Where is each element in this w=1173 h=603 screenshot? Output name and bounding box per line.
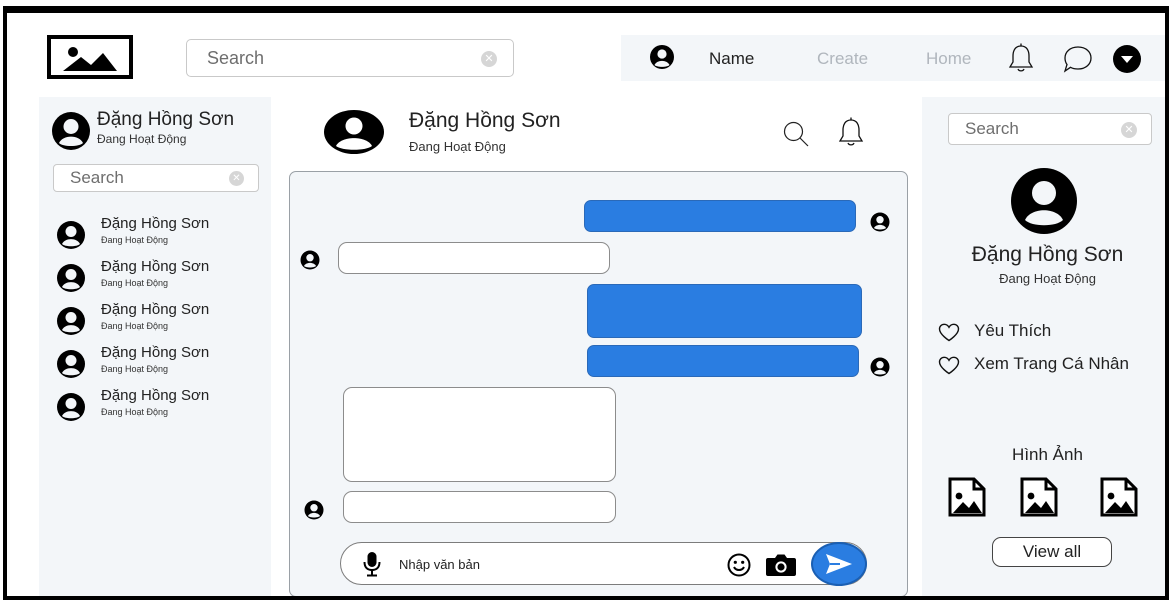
chat-window [289,171,908,596]
chevron-down-icon[interactable] [1113,45,1141,73]
send-button[interactable] [811,542,867,586]
profile-search-input[interactable] [949,114,1099,144]
image-thumbnail-icon[interactable] [948,477,986,522]
image-thumbnail-icon[interactable] [1100,477,1138,522]
my-message-avatar-icon [870,357,890,382]
outgoing-message-bubble[interactable] [584,200,856,232]
incoming-message-bubble[interactable] [343,491,616,523]
view-profile-label: Xem Trang Cá Nhân [974,354,1129,373]
favorite-link[interactable]: Yêu Thích [938,321,1158,343]
emoji-icon[interactable] [727,553,751,582]
contact-avatar-icon [56,263,86,298]
heart-icon [938,356,960,375]
microphone-icon[interactable] [363,551,381,582]
incoming-message-bubble[interactable] [343,387,616,482]
outgoing-message-bubble[interactable] [587,284,862,338]
app-frame: ✕ Name Create Home Đặng Hồng Sơn Đang Ho… [3,6,1169,600]
contact-status: Đang Hoạt Động [101,235,169,245]
contacts-sidebar: Đặng Hồng Sơn Đang Hoạt Động ✕ Đặng Hồng… [39,97,271,596]
contact-status: Đang Hoạt Động [101,278,169,288]
my-status: Đang Hoạt Động [97,132,187,146]
contact-avatar-icon [56,220,86,255]
view-profile-link[interactable]: Xem Trang Cá Nhân [938,354,1165,376]
top-nav: Name Create Home [621,35,1165,81]
contact-item[interactable]: Đặng Hồng Sơn Đang Hoạt Động [53,344,263,384]
contact-status: Đang Hoạt Động [101,364,169,374]
bell-icon[interactable] [837,117,865,152]
my-message-avatar-icon [870,212,890,237]
chat-partner-avatar-icon[interactable] [322,109,386,160]
image-thumbnail-icon[interactable] [1020,477,1058,522]
partner-message-avatar-icon [300,250,320,275]
user-circle-icon[interactable] [649,44,675,75]
nav-create-link[interactable]: Create [817,49,868,69]
contacts-search: ✕ [53,164,259,192]
heart-icon [938,323,960,342]
message-composer [340,542,867,586]
chat-bubble-icon[interactable] [1063,45,1093,78]
clear-search-icon[interactable]: ✕ [481,51,497,67]
clear-search-icon[interactable]: ✕ [229,171,244,186]
contact-avatar-icon [56,306,86,341]
contact-name: Đặng Hồng Sơn [101,344,210,361]
contact-item[interactable]: Đặng Hồng Sơn Đang Hoạt Động [53,258,263,298]
view-all-button[interactable]: View all [992,537,1112,567]
contact-name: Đặng Hồng Sơn [101,301,210,318]
contact-name: Đặng Hồng Sơn [101,258,210,275]
images-section-title: Hình Ảnh [1012,445,1083,464]
chat-partner-status: Đang Hoạt Động [409,139,506,154]
profile-name: Đặng Hồng Sơn [971,243,1124,266]
contact-item[interactable]: Đặng Hồng Sơn Đang Hoạt Động [53,301,263,341]
contact-name: Đặng Hồng Sơn [101,215,210,232]
contacts-search-input[interactable] [54,165,204,191]
contact-name: Đặng Hồng Sơn [101,387,210,404]
my-name: Đặng Hồng Sơn [97,109,235,130]
nav-user-name[interactable]: Name [709,49,754,69]
contact-avatar-icon [56,392,86,427]
contact-avatar-icon [56,349,86,384]
profile-avatar-icon [1010,167,1078,240]
profile-panel: ✕ Đặng Hồng Sơn Đang Hoạt Động Yêu Thích… [922,97,1165,596]
header-search: ✕ [186,39,514,77]
contact-item[interactable]: Đặng Hồng Sơn Đang Hoạt Động [53,387,263,427]
partner-message-avatar-icon [304,500,324,525]
my-avatar-icon[interactable] [51,111,91,156]
outgoing-message-bubble[interactable] [587,345,859,377]
bell-icon[interactable] [1007,43,1035,78]
profile-status: Đang Hoạt Động [999,271,1096,286]
logo-image-icon[interactable] [47,35,133,79]
header-search-input[interactable] [187,40,447,76]
search-icon[interactable] [783,121,809,152]
chat-partner-name: Đặng Hồng Sơn [409,109,561,132]
contact-status: Đang Hoạt Động [101,321,169,331]
profile-search: ✕ [948,113,1152,145]
incoming-message-bubble[interactable] [338,242,610,274]
clear-search-icon[interactable]: ✕ [1121,122,1137,138]
contact-item[interactable]: Đặng Hồng Sơn Đang Hoạt Động [53,215,263,255]
message-input[interactable] [399,551,699,577]
nav-home-link[interactable]: Home [926,49,971,69]
favorite-label: Yêu Thích [974,321,1052,340]
contact-status: Đang Hoạt Động [101,407,169,417]
camera-icon[interactable] [765,553,797,582]
